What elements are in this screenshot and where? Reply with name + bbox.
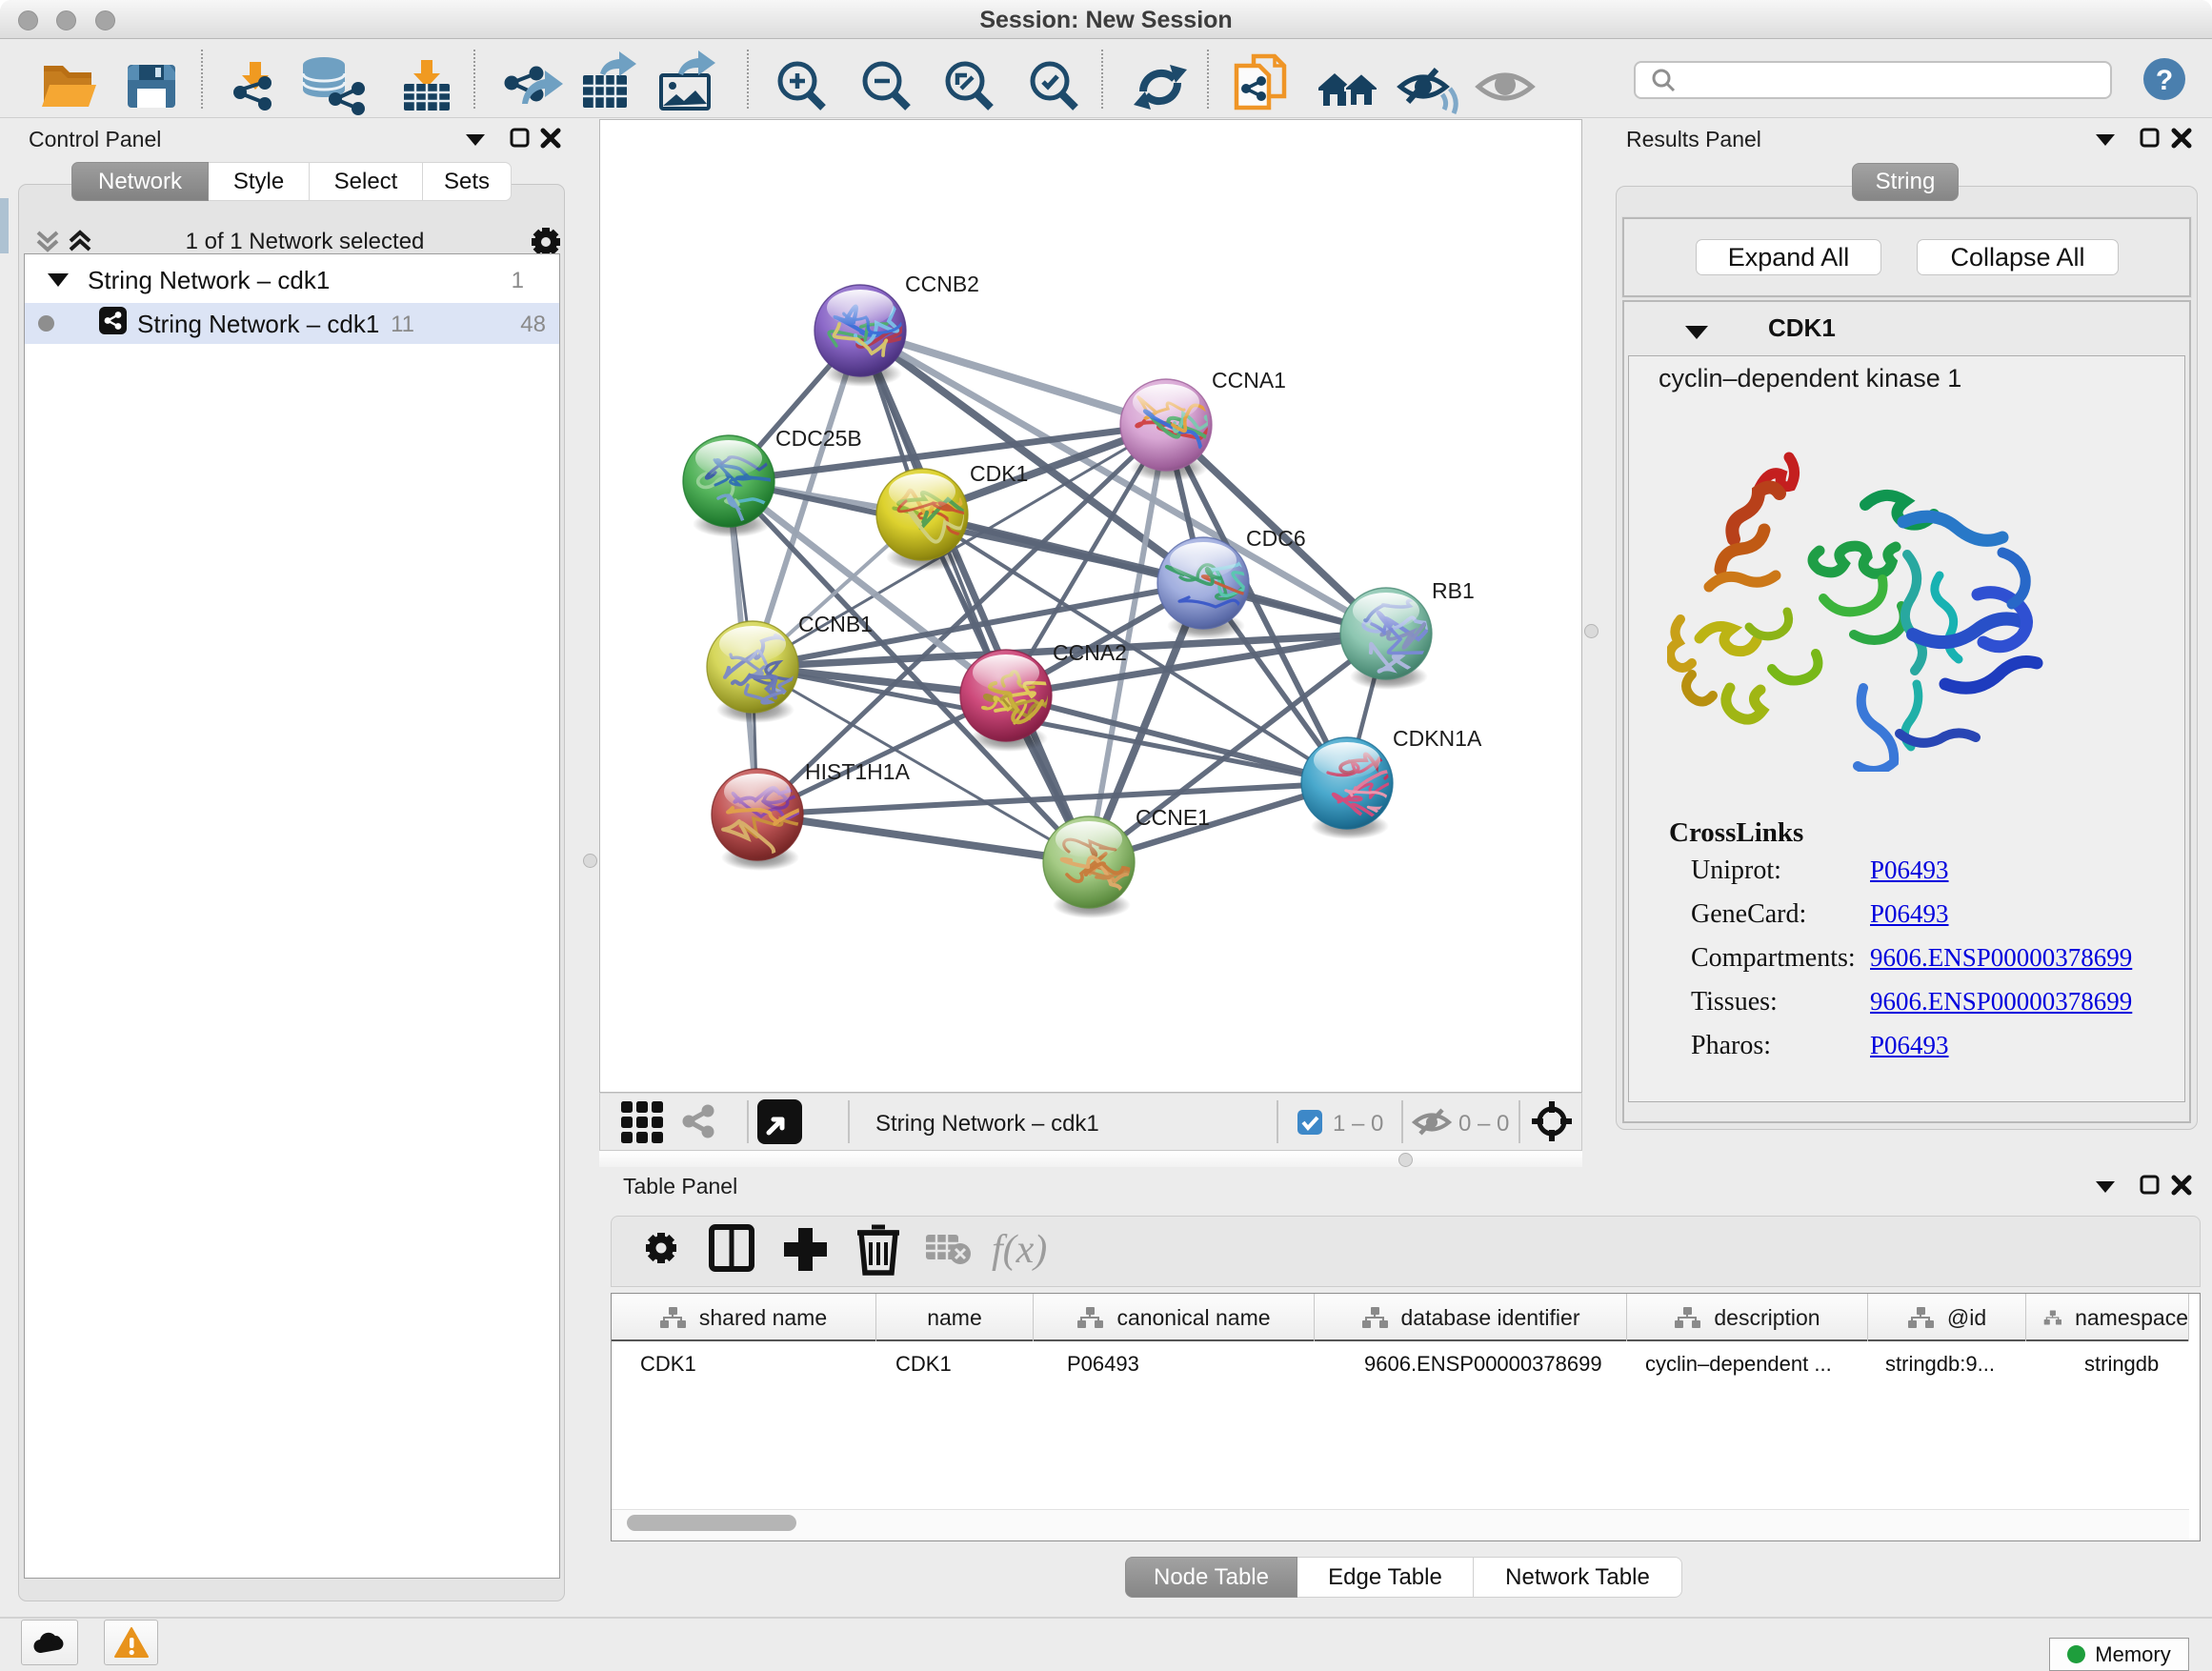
svg-text:CCNA2: CCNA2	[1053, 640, 1127, 665]
svg-text:CCNB2: CCNB2	[905, 272, 979, 296]
svg-text:CDC25B: CDC25B	[775, 426, 862, 451]
svg-text:CDC6: CDC6	[1246, 526, 1306, 551]
svg-text:f(x): f(x)	[992, 1228, 1047, 1272]
svg-text:1 – 0: 1 – 0	[1333, 1111, 1383, 1137]
svg-text:?: ?	[2156, 65, 2173, 96]
svg-text:String Network – cdk1: String Network – cdk1	[875, 1111, 1099, 1137]
svg-text:CDKN1A: CDKN1A	[1393, 726, 1482, 751]
svg-text:CCNA1: CCNA1	[1212, 368, 1286, 393]
svg-text:CCNE1: CCNE1	[1136, 805, 1210, 830]
svg-text:CDK1: CDK1	[970, 461, 1028, 486]
svg-text:0 – 0: 0 – 0	[1458, 1111, 1509, 1137]
svg-text:HIST1H1A: HIST1H1A	[805, 759, 911, 784]
svg-text:RB1: RB1	[1432, 578, 1475, 603]
svg-text:CCNB1: CCNB1	[798, 612, 873, 636]
